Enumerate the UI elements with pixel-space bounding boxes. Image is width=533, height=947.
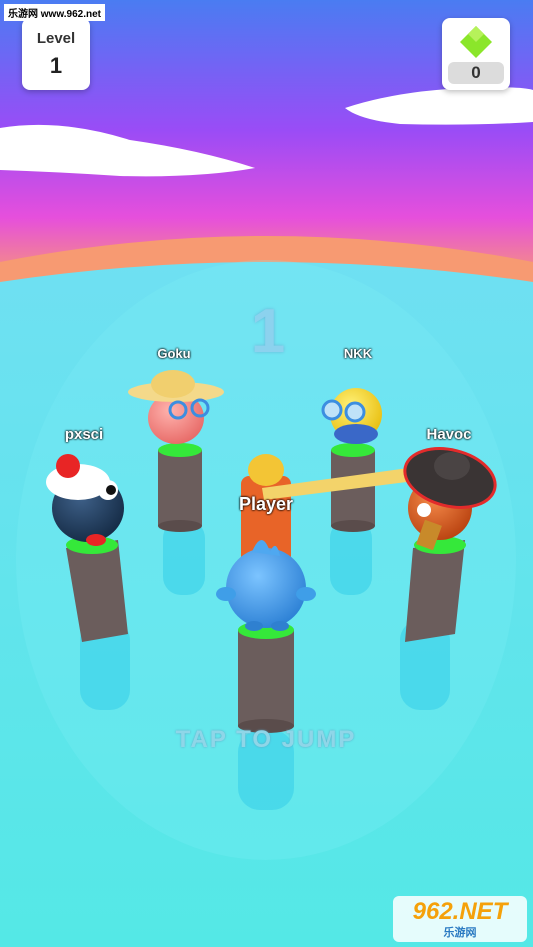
name-tag-nkk: NKK: [343, 346, 373, 361]
pillar-goku: [158, 443, 202, 532]
watermark-logo: 962.NET: [412, 898, 508, 925]
countdown-number: 1: [250, 297, 286, 366]
name-tag-havoc: Havoc: [426, 426, 472, 443]
diamond-gem-icon: [460, 26, 492, 58]
watermark-subtitle: 乐游网: [443, 927, 477, 939]
tap-to-jump-hint[interactable]: TAP TO JUMP: [176, 726, 357, 754]
game-scene[interactable]: [0, 0, 533, 947]
level-label: Level: [36, 30, 76, 47]
gem-count: 0: [448, 62, 504, 84]
gem-counter-card: 0: [442, 18, 510, 90]
name-tag-player: Player: [238, 494, 294, 514]
watermark-top: 乐游网 www.962.net: [4, 4, 105, 21]
watermark-bottom: 962.NET 乐游网: [393, 896, 527, 942]
name-tag-goku: Goku: [157, 346, 191, 361]
level-value: 1: [49, 53, 63, 78]
level-card: Level 1: [22, 18, 90, 90]
pillar-player: [238, 621, 294, 733]
name-tag-pxsci: pxsci: [64, 426, 104, 443]
